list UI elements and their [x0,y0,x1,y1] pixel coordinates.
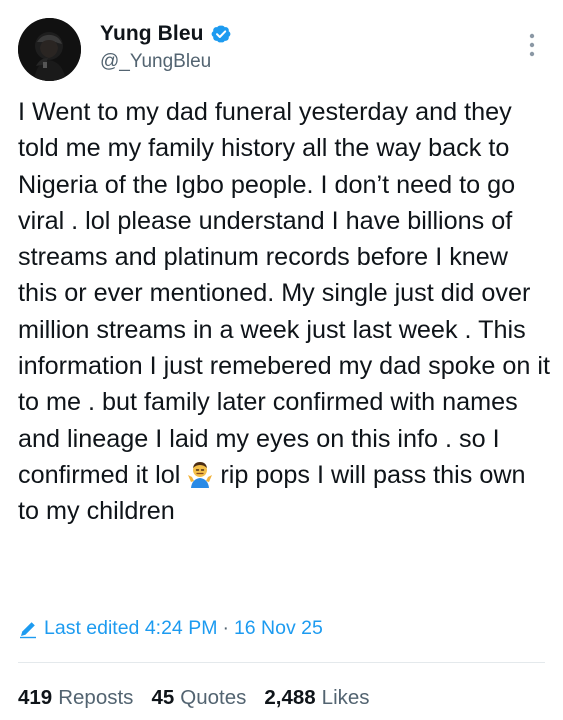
likes-count: 2,488 [264,686,316,709]
tweet-date[interactable]: 16 Nov 25 [234,617,323,640]
reposts-label: Reposts [58,686,134,709]
verified-badge-icon[interactable] [210,23,232,45]
likes-label: Likes [321,686,370,709]
reposts-count: 419 [18,686,53,709]
tweet-card: Yung Bleu @_YungBleu I Went to my dad fu… [0,0,563,720]
quotes-stat[interactable]: 45 Quotes [151,686,246,710]
separator-dot: · [222,617,229,639]
last-edited-label[interactable]: Last edited 4:24 PM [44,617,217,640]
quotes-label: Quotes [180,686,247,709]
tweet-text: I Went to my dad funeral yesterday and t… [18,94,550,530]
tweet-header: Yung Bleu @_YungBleu [18,18,545,82]
edit-history-link[interactable]: Last edited 4:24 PM · 16 Nov 25 [18,617,323,640]
author-names: Yung Bleu @_YungBleu [100,20,232,73]
likes-stat[interactable]: 2,488 Likes [264,686,369,710]
tweet-text-part-1: I Went to my dad funeral yesterday and t… [18,98,557,489]
man-shrugging-emoji [188,461,213,488]
display-name[interactable]: Yung Bleu [100,22,204,46]
display-name-row[interactable]: Yung Bleu [100,20,232,48]
divider [18,662,545,663]
reposts-stat[interactable]: 419 Reposts [18,686,133,710]
handle[interactable]: @_YungBleu [100,51,232,73]
quotes-count: 45 [151,686,175,709]
avatar[interactable] [18,18,81,81]
avatar-photo-icon [18,18,81,81]
engagement-stats: 419 Reposts 45 Quotes 2,488 Likes [18,686,388,710]
pencil-icon [20,621,36,638]
more-options-icon[interactable] [527,32,537,58]
